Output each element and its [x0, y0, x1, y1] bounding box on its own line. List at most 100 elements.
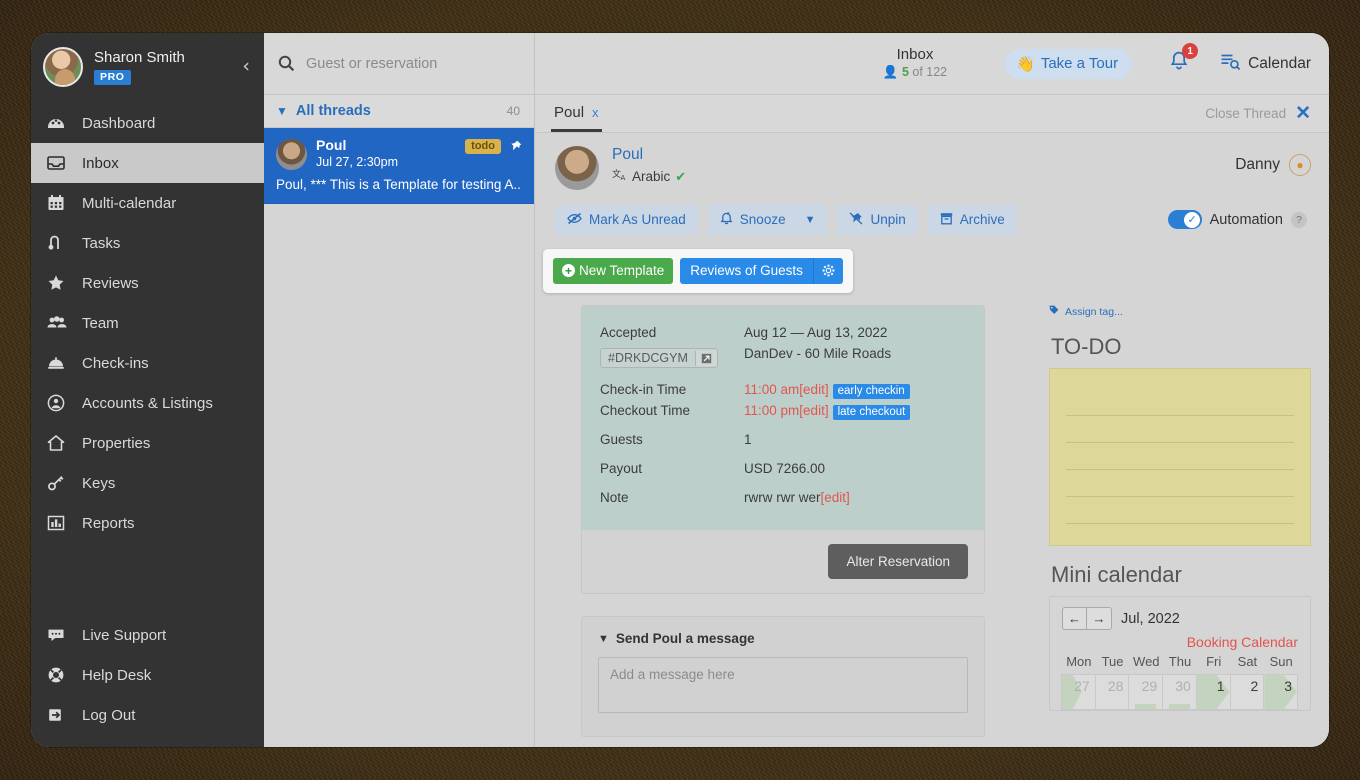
sidebar-item-label: Live Support: [82, 626, 167, 644]
mini-calendar-week: 27 28 29 30 1 2 3: [1061, 674, 1298, 710]
row-value: rwrw rwr wer[edit]: [744, 479, 966, 508]
row-value: 11:00 pm[edit] late checkout: [744, 400, 966, 421]
take-a-tour-button[interactable]: 👋 Take a Tour: [1005, 48, 1133, 79]
sidebar-item-label: Tasks: [82, 234, 121, 252]
calendar-day-cell[interactable]: 28: [1094, 674, 1130, 710]
total-count: of 122: [908, 65, 948, 80]
help-icon[interactable]: ?: [1291, 211, 1307, 228]
unpin-button[interactable]: Unpin: [837, 204, 918, 235]
unpin-icon: [849, 212, 863, 228]
conversation-right-column: Assign tag... TO-DO Mini calendar ← → Ju…: [1039, 293, 1329, 747]
tab-label: Poul: [554, 103, 585, 121]
sidebar-item-dashboard[interactable]: Dashboard: [31, 103, 264, 143]
calendar-day-cell[interactable]: 1: [1195, 674, 1231, 710]
plan-badge: PRO: [94, 69, 131, 85]
calendar-day-cell[interactable]: 30: [1162, 674, 1197, 710]
chevron-down-icon: ▼: [276, 104, 288, 118]
search-input[interactable]: [304, 54, 520, 73]
template-popup: + New Template Reviews of Guests: [543, 249, 853, 293]
assign-tag-button[interactable]: Assign tag...: [1049, 305, 1311, 318]
reservation-dates: Aug 12 — Aug 13, 2022: [744, 325, 888, 340]
avatar: [276, 139, 307, 170]
sidebar-bottom-nav: Live Support Help Desk Log Out: [31, 615, 264, 747]
close-thread-button[interactable]: Close Thread ✕: [1205, 104, 1311, 123]
plus-circle-icon: +: [562, 264, 575, 277]
sidebar-user[interactable]: Sharon Smith PRO ‹: [31, 33, 264, 99]
reservation-status-cell: Accepted #DRKDCGYM: [600, 322, 744, 368]
sidebar-item-label: Multi-calendar: [82, 194, 177, 212]
arrow-right-icon[interactable]: →: [1087, 607, 1112, 630]
tab-poul[interactable]: Poul x: [551, 95, 602, 132]
arrow-left-icon[interactable]: ←: [1062, 607, 1087, 630]
notifications-button[interactable]: 1: [1168, 43, 1199, 77]
calendar-day-cell[interactable]: 2: [1229, 674, 1265, 710]
checkout-edit-link[interactable]: [edit]: [799, 403, 828, 418]
user-circle-icon: [47, 394, 73, 412]
search-bar[interactable]: [264, 33, 534, 95]
archive-button[interactable]: Archive: [927, 204, 1017, 235]
calendar-day-cell[interactable]: 29: [1128, 674, 1164, 710]
sidebar-item-properties[interactable]: Properties: [31, 423, 264, 463]
sidebar-item-accounts-listings[interactable]: Accounts & Listings: [31, 383, 264, 423]
mini-calendar: ← → Jul, 2022 Booking Calendar Mon Tue W…: [1049, 596, 1311, 711]
calendar-day-cell[interactable]: 27: [1061, 674, 1096, 710]
calendar-button[interactable]: Calendar: [1220, 52, 1311, 76]
message-input[interactable]: [598, 657, 968, 713]
sidebar-item-label: Reports: [82, 514, 135, 532]
pin-icon[interactable]: [509, 140, 522, 153]
thread-list-item[interactable]: Poul Jul 27, 2:30pm todo Poul, *** This …: [264, 128, 534, 204]
page-title: Inbox 👤 5 of 122: [883, 46, 948, 81]
todo-line: [1066, 496, 1294, 497]
automation-toggle[interactable]: [1167, 210, 1202, 229]
assignee[interactable]: Danny ●: [1235, 146, 1311, 176]
sidebar-item-live-support[interactable]: Live Support: [31, 615, 264, 655]
take-a-tour-label: Take a Tour: [1040, 55, 1119, 72]
guest-name-link[interactable]: Poul: [612, 146, 686, 163]
row-value: 11:00 am[edit] early checkin: [744, 368, 966, 400]
automation-control[interactable]: Automation ?: [1167, 210, 1311, 229]
reservation-code[interactable]: #DRKDCGYM: [600, 348, 718, 368]
new-template-button[interactable]: + New Template: [553, 258, 674, 284]
all-threads-header[interactable]: ▼ All threads 40: [264, 95, 534, 128]
verified-check-icon: ✔︎: [675, 168, 687, 184]
sidebar-item-inbox[interactable]: Inbox: [31, 143, 264, 183]
conversation-header: Poul 文A Arabic ✔︎ Danny ●: [535, 133, 1329, 190]
reservation-status: Accepted: [600, 325, 657, 340]
sidebar-item-tasks[interactable]: Tasks: [31, 223, 264, 263]
reviews-of-guests-group: Reviews of Guests: [680, 258, 843, 284]
key-icon: [47, 474, 73, 492]
calendar-day-cell[interactable]: 3: [1263, 674, 1298, 710]
chevron-down-icon[interactable]: ▼: [805, 214, 816, 226]
message-composer-title[interactable]: ▼ Send Poul a message: [598, 631, 968, 646]
sidebar-item-reports[interactable]: Reports: [31, 503, 264, 543]
sidebar-item-reviews[interactable]: Reviews: [31, 263, 264, 303]
snooze-button[interactable]: z Snooze ▼: [707, 204, 828, 235]
todo-notepad[interactable]: [1049, 368, 1311, 546]
sidebar-item-log-out[interactable]: Log Out: [31, 695, 264, 735]
sidebar-item-label: Accounts & Listings: [82, 394, 213, 412]
sidebar-item-keys[interactable]: Keys: [31, 463, 264, 503]
close-icon[interactable]: x: [592, 105, 599, 120]
sidebar-item-team[interactable]: Team: [31, 303, 264, 343]
sidebar-item-multi-calendar[interactable]: Multi-calendar: [31, 183, 264, 223]
guest-language: 文A Arabic ✔︎: [612, 168, 686, 185]
sidebar-item-check-ins[interactable]: Check-ins: [31, 343, 264, 383]
chevron-left-icon[interactable]: ‹: [242, 57, 250, 76]
booking-calendar-link[interactable]: Booking Calendar: [1062, 634, 1298, 650]
check-in-edit-link[interactable]: [edit]: [799, 382, 828, 397]
sidebar-nav: Dashboard Inbox Multi-calendar Tasks Rev…: [31, 103, 264, 543]
early-checkin-chip: early checkin: [832, 384, 910, 399]
day-name: Tue: [1101, 654, 1124, 669]
close-icon[interactable]: ✕: [1295, 104, 1311, 123]
mark-as-unread-button[interactable]: Mark As Unread: [555, 204, 698, 235]
day-name: Thu: [1168, 654, 1192, 669]
star-icon: [47, 274, 73, 292]
sidebar-item-help-desk[interactable]: Help Desk: [31, 655, 264, 695]
reviews-of-guests-button[interactable]: Reviews of Guests: [680, 258, 813, 284]
external-link-icon[interactable]: [694, 350, 717, 366]
home-icon: [47, 434, 73, 452]
gear-icon[interactable]: [812, 258, 843, 284]
alter-reservation-button[interactable]: Alter Reservation: [828, 544, 968, 579]
note-edit-link[interactable]: [edit]: [821, 490, 850, 505]
todo-title: TO-DO: [1051, 334, 1122, 359]
